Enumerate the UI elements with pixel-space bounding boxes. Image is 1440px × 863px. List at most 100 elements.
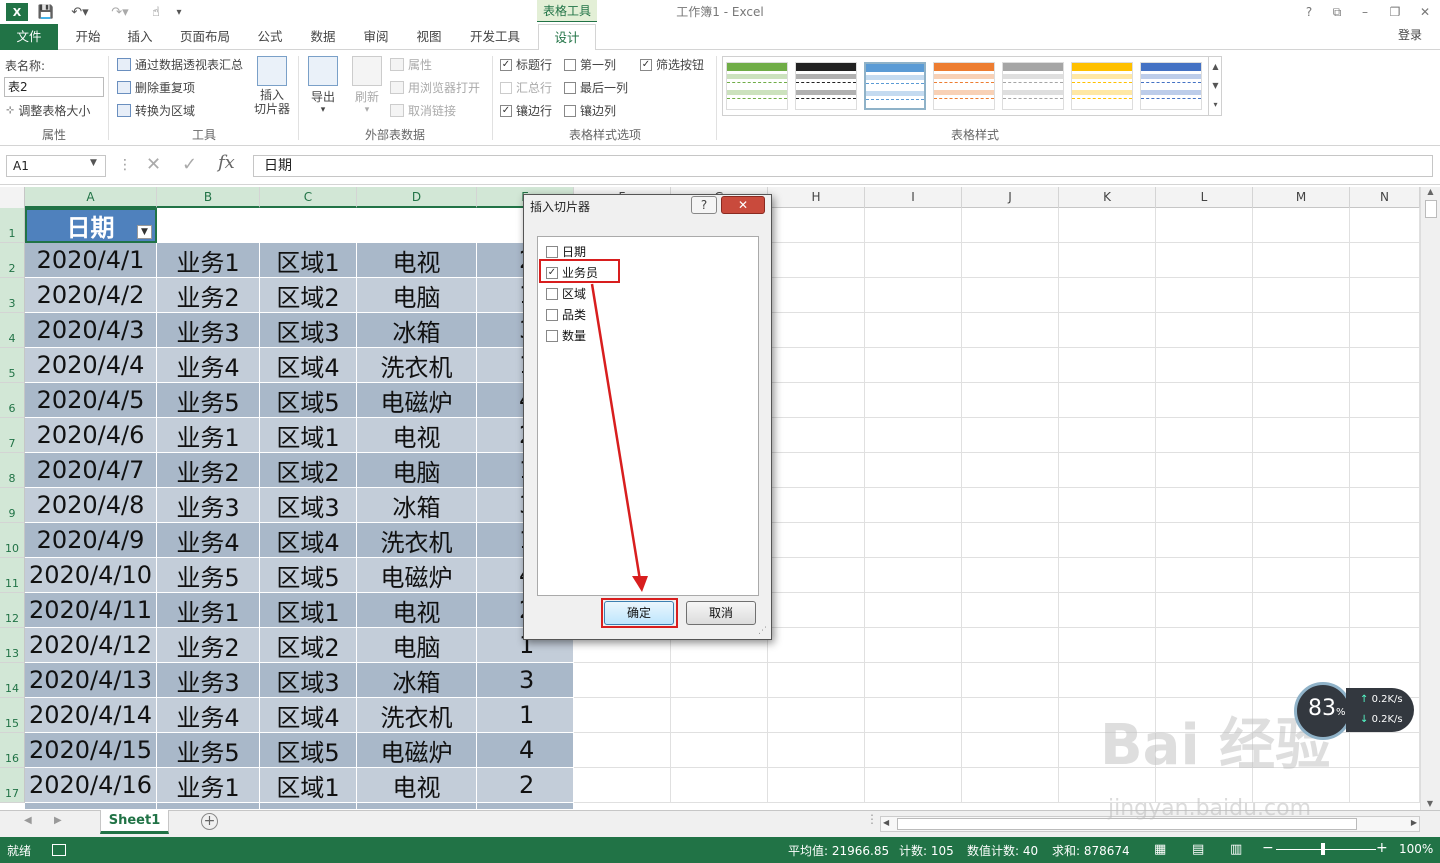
grid-cell[interactable] <box>1156 453 1253 488</box>
grid-cell[interactable] <box>962 733 1059 768</box>
ribbon-display-button[interactable]: ⧉ <box>1326 2 1348 22</box>
table-cell[interactable]: 2020/4/7 <box>25 453 157 488</box>
table-cell[interactable]: 业务3 <box>157 488 260 523</box>
table-cell[interactable]: 区域2 <box>260 278 357 313</box>
grid-cell[interactable] <box>1156 418 1253 453</box>
table-cell[interactable]: 2020/4/16 <box>25 768 157 803</box>
formula-input[interactable]: 日期 <box>253 155 1433 177</box>
column-header-M[interactable]: M <box>1253 187 1350 208</box>
grid-cell[interactable] <box>1350 278 1420 313</box>
chevron-up-icon[interactable]: ▲ <box>1421 187 1440 196</box>
table-cell[interactable]: 2020/4/11 <box>25 593 157 628</box>
table-style-swatch[interactable] <box>1071 62 1133 110</box>
grid-cell[interactable] <box>671 663 768 698</box>
table-cell[interactable]: 冰箱 <box>357 313 477 348</box>
grid-cell[interactable] <box>1253 348 1350 383</box>
table-cell[interactable]: 洗衣机 <box>357 348 477 383</box>
grid-cell[interactable] <box>1059 628 1156 663</box>
select-all-corner[interactable] <box>0 187 25 208</box>
table-cell[interactable]: 2020/4/8 <box>25 488 157 523</box>
table-cell[interactable]: 业务4 <box>157 523 260 558</box>
dialog-close-button[interactable]: ✕ <box>721 196 765 214</box>
grid-cell[interactable] <box>962 558 1059 593</box>
grid-cell[interactable] <box>671 698 768 733</box>
chevron-up-icon[interactable]: ▲ <box>1209 57 1222 76</box>
column-header-K[interactable]: K <box>1059 187 1156 208</box>
column-header-C[interactable]: C <box>260 187 357 208</box>
page-break-view-icon[interactable]: ▥ <box>1230 842 1242 857</box>
table-cell[interactable]: 3 <box>477 663 574 698</box>
grid-cell[interactable] <box>1156 593 1253 628</box>
tab-review[interactable]: 审阅 <box>356 24 396 50</box>
grid-cell[interactable] <box>768 663 865 698</box>
grid-cell[interactable] <box>1253 278 1350 313</box>
table-cell[interactable]: 2020/4/4 <box>25 348 157 383</box>
grid-cell[interactable] <box>768 348 865 383</box>
grid-cell[interactable] <box>865 663 962 698</box>
grid-cell[interactable] <box>1253 208 1350 243</box>
table-cell[interactable]: 业务2 <box>157 278 260 313</box>
grid-cell[interactable] <box>1156 383 1253 418</box>
add-sheet-icon[interactable]: + <box>201 813 218 830</box>
table-style-swatch[interactable] <box>1002 62 1064 110</box>
table-cell[interactable]: 电视 <box>357 243 477 278</box>
table-cell[interactable]: 业务2 <box>157 628 260 663</box>
zoom-slider-thumb[interactable] <box>1321 843 1325 855</box>
grid-cell[interactable] <box>768 313 865 348</box>
tab-formulas[interactable]: 公式 <box>250 24 290 50</box>
grid-cell[interactable] <box>1350 383 1420 418</box>
grid-cell[interactable] <box>768 558 865 593</box>
table-cell[interactable]: 区域4 <box>260 698 357 733</box>
option-first-column[interactable]: 第一列 <box>564 56 616 73</box>
scroll-left-icon[interactable]: ◀ <box>883 818 889 827</box>
grid-cell[interactable] <box>865 523 962 558</box>
resize-table-button[interactable]: ⊹ 调整表格大小 <box>6 102 90 119</box>
grid-cell[interactable] <box>1156 558 1253 593</box>
summarize-pivot-button[interactable]: 通过数据透视表汇总 <box>117 56 243 73</box>
row-header[interactable]: 1 <box>0 208 25 243</box>
customize-quick-access-icon[interactable]: ▾ <box>172 2 186 22</box>
grid-cell[interactable] <box>1350 348 1420 383</box>
chevron-down-icon[interactable]: ▼ <box>90 158 97 168</box>
grid-cell[interactable] <box>1350 558 1420 593</box>
grid-cell[interactable] <box>962 663 1059 698</box>
tab-view[interactable]: 视图 <box>409 24 449 50</box>
vertical-scrollbar[interactable]: ▲ ▼ <box>1420 187 1440 810</box>
table-cell[interactable]: 区域1 <box>260 418 357 453</box>
table-cell[interactable]: 电脑 <box>357 628 477 663</box>
chevron-down-icon[interactable]: ▼ <box>1209 76 1222 95</box>
grid-cell[interactable] <box>574 733 671 768</box>
table-cell[interactable]: 业务2 <box>157 453 260 488</box>
normal-view-icon[interactable]: ▦ <box>1154 842 1166 857</box>
grid-cell[interactable] <box>865 593 962 628</box>
dialog-help-button[interactable]: ? <box>691 196 717 214</box>
grid-cell[interactable] <box>1253 488 1350 523</box>
grid-cell[interactable] <box>1059 243 1156 278</box>
tab-split-icon[interactable]: ⋮ <box>866 812 878 826</box>
row-header[interactable]: 14 <box>0 663 25 698</box>
table-cell[interactable]: 电磁炉 <box>357 733 477 768</box>
option-header-row[interactable]: ✓ 标题行 <box>500 56 552 73</box>
grid-cell[interactable] <box>1156 488 1253 523</box>
grid-cell[interactable] <box>865 243 962 278</box>
grid-cell[interactable] <box>574 698 671 733</box>
grid-cell[interactable] <box>1156 278 1253 313</box>
column-header-B[interactable]: B <box>157 187 260 208</box>
table-cell[interactable]: 区域2 <box>260 628 357 663</box>
table-cell[interactable]: 2020/4/13 <box>25 663 157 698</box>
grid-cell[interactable] <box>768 698 865 733</box>
grid-cell[interactable] <box>1059 348 1156 383</box>
grid-cell[interactable] <box>1156 313 1253 348</box>
table-cell[interactable]: 2020/4/9 <box>25 523 157 558</box>
table-cell[interactable]: 2020/4/5 <box>25 383 157 418</box>
grid-cell[interactable] <box>962 523 1059 558</box>
table-cell[interactable]: 区域3 <box>260 663 357 698</box>
grid-cell[interactable] <box>962 768 1059 803</box>
grid-cell[interactable] <box>962 383 1059 418</box>
grid-cell[interactable] <box>1253 383 1350 418</box>
grid-cell[interactable] <box>1059 418 1156 453</box>
column-header-A[interactable]: A <box>25 187 157 208</box>
grid-cell[interactable] <box>865 453 962 488</box>
export-button[interactable]: 导出 ▾ <box>306 56 340 115</box>
cancel-icon[interactable]: ✕ <box>146 154 161 175</box>
